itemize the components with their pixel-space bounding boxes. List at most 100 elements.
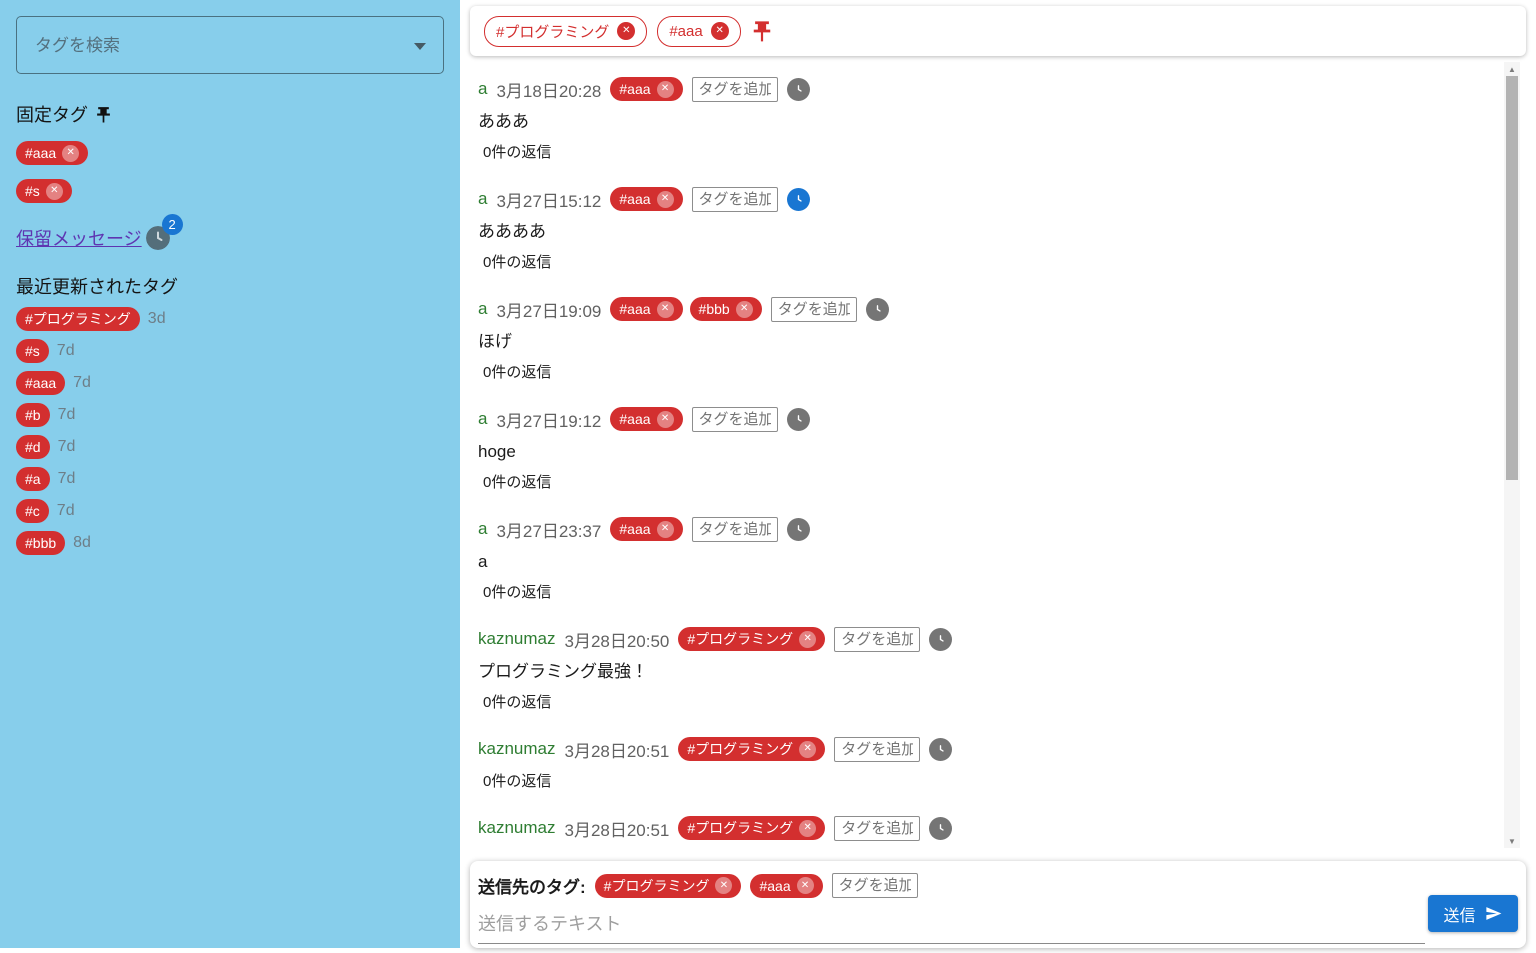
clock-icon: [871, 303, 884, 316]
recent-tag-chip[interactable]: #a: [16, 467, 50, 491]
composer-tags-label: 送信先のタグ:: [478, 873, 586, 898]
tag-age: 7d: [58, 406, 76, 424]
app-root: { "colors": { "sidebar_background": "#87…: [0, 0, 1536, 953]
recent-tag-chip[interactable]: #bbb: [16, 531, 65, 555]
schedule-clock-button[interactable]: [787, 78, 810, 101]
add-tag-input[interactable]: [692, 77, 778, 102]
clock-icon: [934, 633, 947, 646]
remove-message-tag-icon[interactable]: ✕: [657, 411, 674, 428]
composer: 送信先のタグ: #プログラミング ✕ #aaa ✕ 送信: [470, 861, 1526, 948]
remove-message-tag-icon[interactable]: ✕: [657, 81, 674, 98]
pin-filter-icon[interactable]: [751, 20, 773, 42]
tag-search-combobox[interactable]: [16, 16, 444, 74]
message-tag-chip[interactable]: #aaa ✕: [610, 407, 682, 431]
remove-filter-tag-icon[interactable]: ✕: [617, 22, 635, 40]
pinned-tags-heading-label: 固定タグ: [16, 101, 88, 127]
remove-composer-tag-icon[interactable]: ✕: [797, 877, 814, 894]
schedule-clock-button[interactable]: [866, 298, 889, 321]
reply-count-link[interactable]: 0件の返信: [478, 770, 551, 791]
tag-label: #aaa: [759, 878, 790, 894]
recent-tag-chip[interactable]: #s: [16, 339, 49, 363]
tag-label: #プログラミング: [604, 876, 710, 896]
message-tag-chip[interactable]: #aaa ✕: [610, 187, 682, 211]
filter-tag-chip[interactable]: #プログラミング ✕: [484, 16, 647, 47]
add-tag-input[interactable]: [692, 517, 778, 542]
composer-tags-row: 送信先のタグ: #プログラミング ✕ #aaa ✕: [478, 873, 1518, 898]
schedule-clock-button[interactable]: [787, 188, 810, 211]
tag-label: #aaa: [669, 23, 702, 40]
tag-label: #d: [25, 439, 41, 455]
remove-tag-icon[interactable]: ✕: [62, 145, 79, 162]
schedule-clock-button[interactable]: [787, 408, 810, 431]
held-messages-link[interactable]: 保留メッセージ: [16, 225, 142, 251]
add-tag-input[interactable]: [771, 297, 857, 322]
remove-message-tag-icon[interactable]: ✕: [657, 521, 674, 538]
pinned-tag-list: #aaa ✕ #s ✕: [0, 141, 460, 203]
message-text-input[interactable]: [478, 908, 1425, 944]
held-count-badge: 2: [162, 214, 183, 235]
reply-count-link[interactable]: 0件の返信: [478, 251, 551, 272]
pinned-tags-heading: 固定タグ: [16, 101, 444, 127]
tag-age: 7d: [58, 470, 76, 488]
schedule-clock-button[interactable]: [787, 518, 810, 541]
scroll-down-arrow-icon[interactable]: ▼: [1504, 834, 1520, 848]
message-username: a: [478, 519, 487, 539]
add-tag-input[interactable]: [834, 737, 920, 762]
filter-tag-chip[interactable]: #aaa ✕: [657, 16, 740, 47]
composer-add-tag-input[interactable]: [832, 873, 918, 898]
message-tag-chip[interactable]: #aaa ✕: [610, 517, 682, 541]
message-tag-chip[interactable]: #bbb ✕: [690, 297, 762, 321]
message-tag-chip[interactable]: #プログラミング ✕: [678, 737, 825, 761]
scrollbar-thumb[interactable]: [1506, 76, 1518, 480]
tag-search-input[interactable]: [33, 17, 397, 75]
composer-tag-chip[interactable]: #プログラミング ✕: [595, 874, 742, 898]
message-tag-chip[interactable]: #aaa ✕: [610, 297, 682, 321]
remove-message-tag-icon[interactable]: ✕: [657, 301, 674, 318]
send-button[interactable]: 送信: [1428, 895, 1518, 932]
tag-age: 8d: [73, 534, 91, 552]
schedule-clock-button[interactable]: [929, 738, 952, 761]
recent-tag-row: #c 7d: [16, 499, 444, 523]
remove-message-tag-icon[interactable]: ✕: [799, 631, 816, 648]
message-tag-chip[interactable]: #aaa ✕: [610, 77, 682, 101]
add-tag-input[interactable]: [834, 816, 920, 841]
remove-filter-tag-icon[interactable]: ✕: [711, 22, 729, 40]
dropdown-arrow-icon[interactable]: [414, 43, 426, 50]
remove-message-tag-icon[interactable]: ✕: [657, 191, 674, 208]
reply-count-link[interactable]: 0件の返信: [478, 691, 551, 712]
reply-count-link[interactable]: 0件の返信: [478, 581, 551, 602]
recent-tag-chip[interactable]: #aaa: [16, 371, 65, 395]
recent-tag-chip[interactable]: #d: [16, 435, 50, 459]
composer-tag-chip[interactable]: #aaa ✕: [750, 874, 822, 898]
pin-icon: [95, 106, 112, 123]
pinned-tag-chip[interactable]: #s ✕: [16, 179, 72, 203]
scroll-up-arrow-icon[interactable]: ▲: [1504, 62, 1520, 76]
add-tag-input[interactable]: [692, 187, 778, 212]
tag-label: #プログラミング: [687, 818, 793, 838]
recent-tag-chip[interactable]: #c: [16, 499, 49, 523]
add-tag-input[interactable]: [834, 627, 920, 652]
remove-message-tag-icon[interactable]: ✕: [799, 820, 816, 837]
schedule-clock-button[interactable]: [929, 628, 952, 651]
message-timestamp: 3月27日19:12: [496, 407, 601, 432]
filter-tag-list: #プログラミング ✕ #aaa ✕: [484, 16, 741, 47]
message-tag-chip[interactable]: #プログラミング ✕: [678, 816, 825, 840]
add-tag-input[interactable]: [692, 407, 778, 432]
recent-tag-chip[interactable]: #プログラミング: [16, 307, 140, 331]
recent-tag-chip[interactable]: #b: [16, 403, 50, 427]
reply-count-link[interactable]: 0件の返信: [478, 141, 551, 162]
tag-age: 7d: [57, 502, 75, 520]
reply-count-link[interactable]: 0件の返信: [478, 361, 551, 382]
reply-count-link[interactable]: 0件の返信: [478, 471, 551, 492]
remove-tag-icon[interactable]: ✕: [46, 183, 63, 200]
remove-message-tag-icon[interactable]: ✕: [736, 301, 753, 318]
remove-message-tag-icon[interactable]: ✕: [799, 741, 816, 758]
message-header: kaznumaz 3月28日20:51 #プログラミング ✕: [478, 815, 1500, 841]
message: a 3月27日23:37 #aaa ✕ a 0件の返信: [478, 516, 1500, 602]
remove-composer-tag-icon[interactable]: ✕: [715, 877, 732, 894]
message-scrollbar[interactable]: ▲ ▼: [1504, 62, 1520, 848]
message-username: a: [478, 79, 487, 99]
message-tag-chip[interactable]: #プログラミング ✕: [678, 627, 825, 651]
pinned-tag-chip[interactable]: #aaa ✕: [16, 141, 88, 165]
schedule-clock-button[interactable]: [929, 817, 952, 840]
